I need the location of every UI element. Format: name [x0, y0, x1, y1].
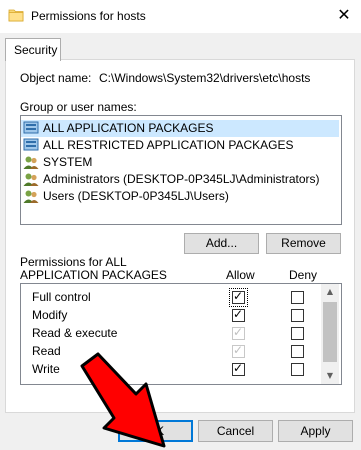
- packages-icon: [23, 138, 39, 151]
- object-name-value: C:\Windows\System32\drivers\etc\hosts: [99, 71, 311, 85]
- permission-row-read: Read: [21, 342, 321, 360]
- deny-checkbox[interactable]: [291, 291, 304, 304]
- allow-checkbox: [232, 325, 245, 340]
- folder-icon: [8, 9, 24, 22]
- permissions-dialog: Permissions for hosts ✕ Security Object …: [0, 0, 361, 450]
- list-item[interactable]: Users (DESKTOP-0P345LJ\Users): [21, 188, 339, 205]
- deny-checkbox[interactable]: [291, 327, 304, 340]
- deny-column-header: Deny: [289, 268, 318, 282]
- tab-label: Security: [14, 43, 58, 57]
- red-arrow-icon: [80, 352, 166, 448]
- list-item[interactable]: ALL RESTRICTED APPLICATION PACKAGES: [21, 137, 339, 154]
- add-button[interactable]: Add...: [184, 233, 259, 254]
- list-item[interactable]: Administrators (DESKTOP-0P345LJ\Administ…: [21, 171, 339, 188]
- list-item[interactable]: SYSTEM: [21, 154, 339, 171]
- deny-checkbox[interactable]: [291, 309, 304, 322]
- permission-row-modify: Modify: [21, 306, 321, 324]
- allow-column-header: Allow: [226, 268, 255, 282]
- cancel-button[interactable]: Cancel: [198, 420, 273, 442]
- list-item-label: Administrators (DESKTOP-0P345LJ\Administ…: [43, 172, 320, 186]
- users-icon: [23, 156, 39, 169]
- packages-icon: [23, 121, 39, 134]
- close-button[interactable]: ✕: [331, 4, 357, 28]
- allow-checkbox[interactable]: [232, 361, 245, 376]
- scroll-up-icon[interactable]: ▲: [321, 284, 339, 300]
- group-user-list[interactable]: ALL APPLICATION PACKAGES ALL RESTRICTED …: [20, 115, 342, 225]
- permissions-label-line2: APPLICATION PACKAGES: [20, 268, 167, 282]
- deny-checkbox[interactable]: [291, 363, 304, 376]
- allow-checkbox[interactable]: [229, 288, 248, 307]
- close-icon: ✕: [337, 7, 351, 24]
- apply-button[interactable]: Apply: [278, 420, 353, 442]
- users-icon: [23, 173, 39, 186]
- list-item[interactable]: ALL APPLICATION PACKAGES: [21, 120, 339, 137]
- list-item-label: SYSTEM: [43, 155, 93, 169]
- list-item-label: ALL RESTRICTED APPLICATION PACKAGES: [43, 138, 294, 152]
- permission-row-read-execute: Read & execute: [21, 324, 321, 342]
- permission-row-write: Write: [21, 360, 321, 378]
- allow-checkbox: [232, 343, 245, 358]
- title-bar: Permissions for hosts ✕: [0, 0, 361, 33]
- vertical-scrollbar[interactable]: ▲ ▼: [321, 284, 339, 384]
- tab-security[interactable]: Security: [5, 38, 61, 61]
- scroll-down-icon[interactable]: ▼: [321, 368, 339, 384]
- list-item-label: Users (DESKTOP-0P345LJ\Users): [43, 189, 229, 203]
- permission-name: Write: [32, 362, 60, 376]
- remove-button[interactable]: Remove: [266, 233, 341, 254]
- permission-name: Read & execute: [32, 326, 118, 340]
- permission-name: Read: [32, 344, 61, 358]
- allow-checkbox[interactable]: [232, 307, 245, 322]
- permission-name: Full control: [32, 290, 91, 304]
- permission-name: Modify: [32, 308, 68, 322]
- object-name-label: Object name:: [20, 71, 92, 85]
- permissions-label-line1: Permissions for ALL: [20, 255, 127, 269]
- window-title: Permissions for hosts: [31, 9, 146, 23]
- group-names-label: Group or user names:: [20, 100, 137, 114]
- permissions-list: Full control Modify Read & execute Read …: [20, 283, 342, 385]
- users-icon: [23, 190, 39, 203]
- scroll-thumb[interactable]: [323, 302, 337, 362]
- list-item-label: ALL APPLICATION PACKAGES: [43, 121, 214, 135]
- deny-checkbox[interactable]: [291, 345, 304, 358]
- permission-row-full-control: Full control: [21, 288, 321, 307]
